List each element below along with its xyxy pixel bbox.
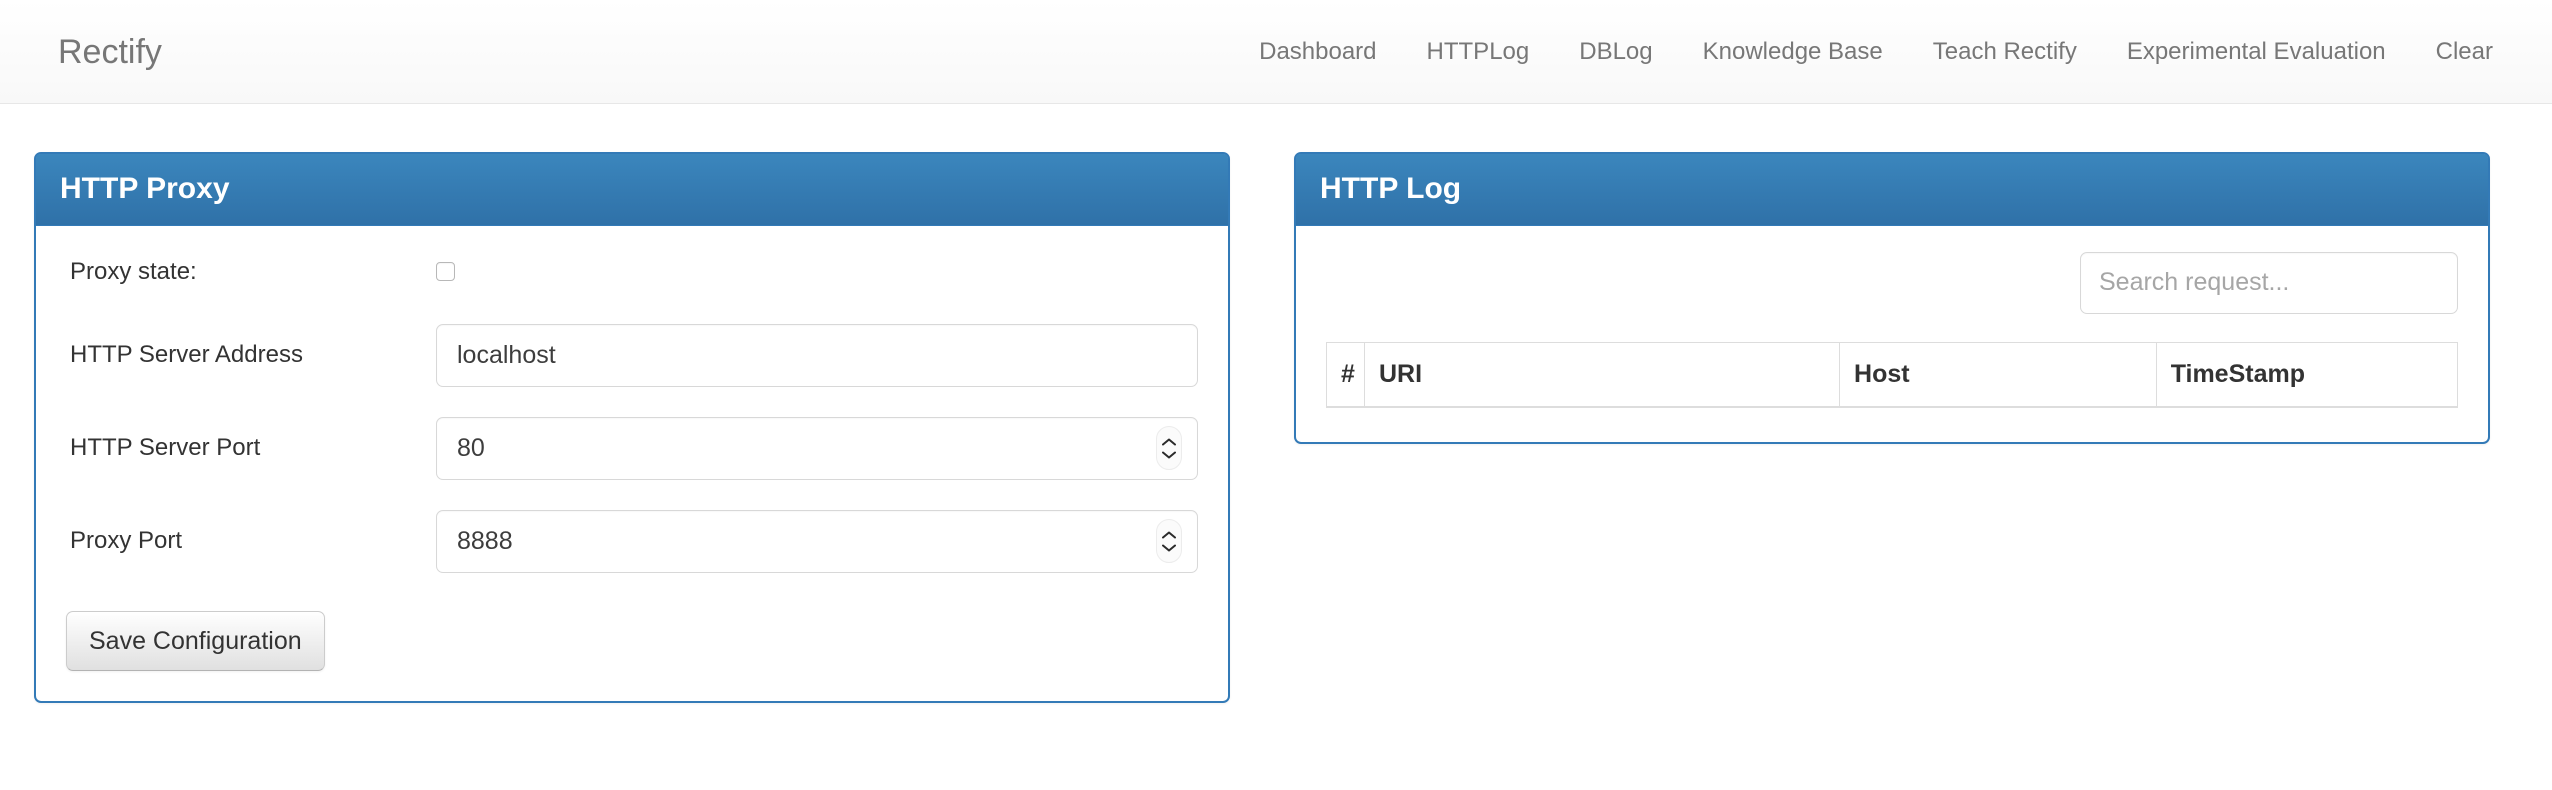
http-log-table-head: # URI Host TimeStamp xyxy=(1326,341,2459,408)
nav-link-experimental-evaluation[interactable]: Experimental Evaluation xyxy=(2102,0,2411,104)
http-server-address-row: HTTP Server Address xyxy=(66,323,1198,387)
page-container: HTTP Proxy Proxy state: HTTP Server Addr… xyxy=(0,104,2552,703)
chevron-up-icon xyxy=(1162,531,1176,538)
save-configuration-button[interactable]: Save Configuration xyxy=(66,610,325,671)
http-server-port-row: HTTP Server Port xyxy=(66,416,1198,480)
column-header-index[interactable]: # xyxy=(1326,341,1365,408)
http-proxy-panel-heading: HTTP Proxy xyxy=(36,154,1228,226)
column-header-timestamp[interactable]: TimeStamp xyxy=(2155,341,2459,408)
brand-logo[interactable]: Rectify xyxy=(34,35,186,69)
table-header-row: # URI Host TimeStamp xyxy=(1326,341,2459,408)
http-proxy-title: HTTP Proxy xyxy=(60,172,230,205)
proxy-port-stepper[interactable] xyxy=(1156,519,1182,563)
proxy-port-wrap xyxy=(436,509,1198,573)
search-request-input[interactable] xyxy=(2080,251,2458,314)
top-navbar: Rectify Dashboard HTTPLog DBLog Knowledg… xyxy=(0,0,2552,104)
http-server-port-label: HTTP Server Port xyxy=(70,434,261,461)
http-server-port-wrap xyxy=(436,416,1198,480)
http-proxy-panel: HTTP Proxy Proxy state: HTTP Server Addr… xyxy=(34,152,1230,703)
nav-link-knowledge-base[interactable]: Knowledge Base xyxy=(1678,0,1908,104)
nav-link-clear[interactable]: Clear xyxy=(2411,0,2518,104)
http-server-address-label: HTTP Server Address xyxy=(70,341,303,368)
proxy-port-input[interactable] xyxy=(436,509,1198,573)
search-row xyxy=(1326,251,2458,314)
nav-link-dblog[interactable]: DBLog xyxy=(1554,0,1677,104)
chevron-up-icon xyxy=(1162,438,1176,445)
proxy-port-label: Proxy Port xyxy=(70,527,183,554)
column-header-host[interactable]: Host xyxy=(1839,341,2157,408)
column-header-uri[interactable]: URI xyxy=(1363,341,1841,408)
http-log-table: # URI Host TimeStamp xyxy=(1326,341,2459,408)
left-column: HTTP Proxy Proxy state: HTTP Server Addr… xyxy=(34,152,1230,703)
http-log-panel: HTTP Log # URI Host TimeStamp xyxy=(1294,152,2490,444)
proxy-state-row: Proxy state: xyxy=(66,250,1198,294)
nav-link-teach-rectify[interactable]: Teach Rectify xyxy=(1908,0,2102,104)
nav-link-httplog[interactable]: HTTPLog xyxy=(1402,0,1555,104)
http-log-panel-body: # URI Host TimeStamp xyxy=(1296,226,2488,442)
nav-link-dashboard[interactable]: Dashboard xyxy=(1234,0,1401,104)
http-log-panel-heading: HTTP Log xyxy=(1296,154,2488,226)
right-column: HTTP Log # URI Host TimeStamp xyxy=(1294,152,2490,444)
http-server-address-wrap xyxy=(436,323,1198,387)
http-log-title: HTTP Log xyxy=(1320,172,1462,205)
http-server-port-input[interactable] xyxy=(436,416,1198,480)
proxy-port-row: Proxy Port xyxy=(66,509,1198,573)
proxy-state-label: Proxy state: xyxy=(70,257,197,285)
primary-nav: Dashboard HTTPLog DBLog Knowledge Base T… xyxy=(1234,0,2518,103)
http-proxy-panel-body: Proxy state: HTTP Server Address HTTP Se… xyxy=(36,226,1228,701)
proxy-state-checkbox[interactable] xyxy=(436,262,455,281)
proxy-state-cell xyxy=(436,262,1198,281)
chevron-down-icon xyxy=(1162,544,1176,551)
http-server-address-input[interactable] xyxy=(436,323,1198,387)
chevron-down-icon xyxy=(1162,451,1176,458)
http-server-port-stepper[interactable] xyxy=(1156,426,1182,470)
